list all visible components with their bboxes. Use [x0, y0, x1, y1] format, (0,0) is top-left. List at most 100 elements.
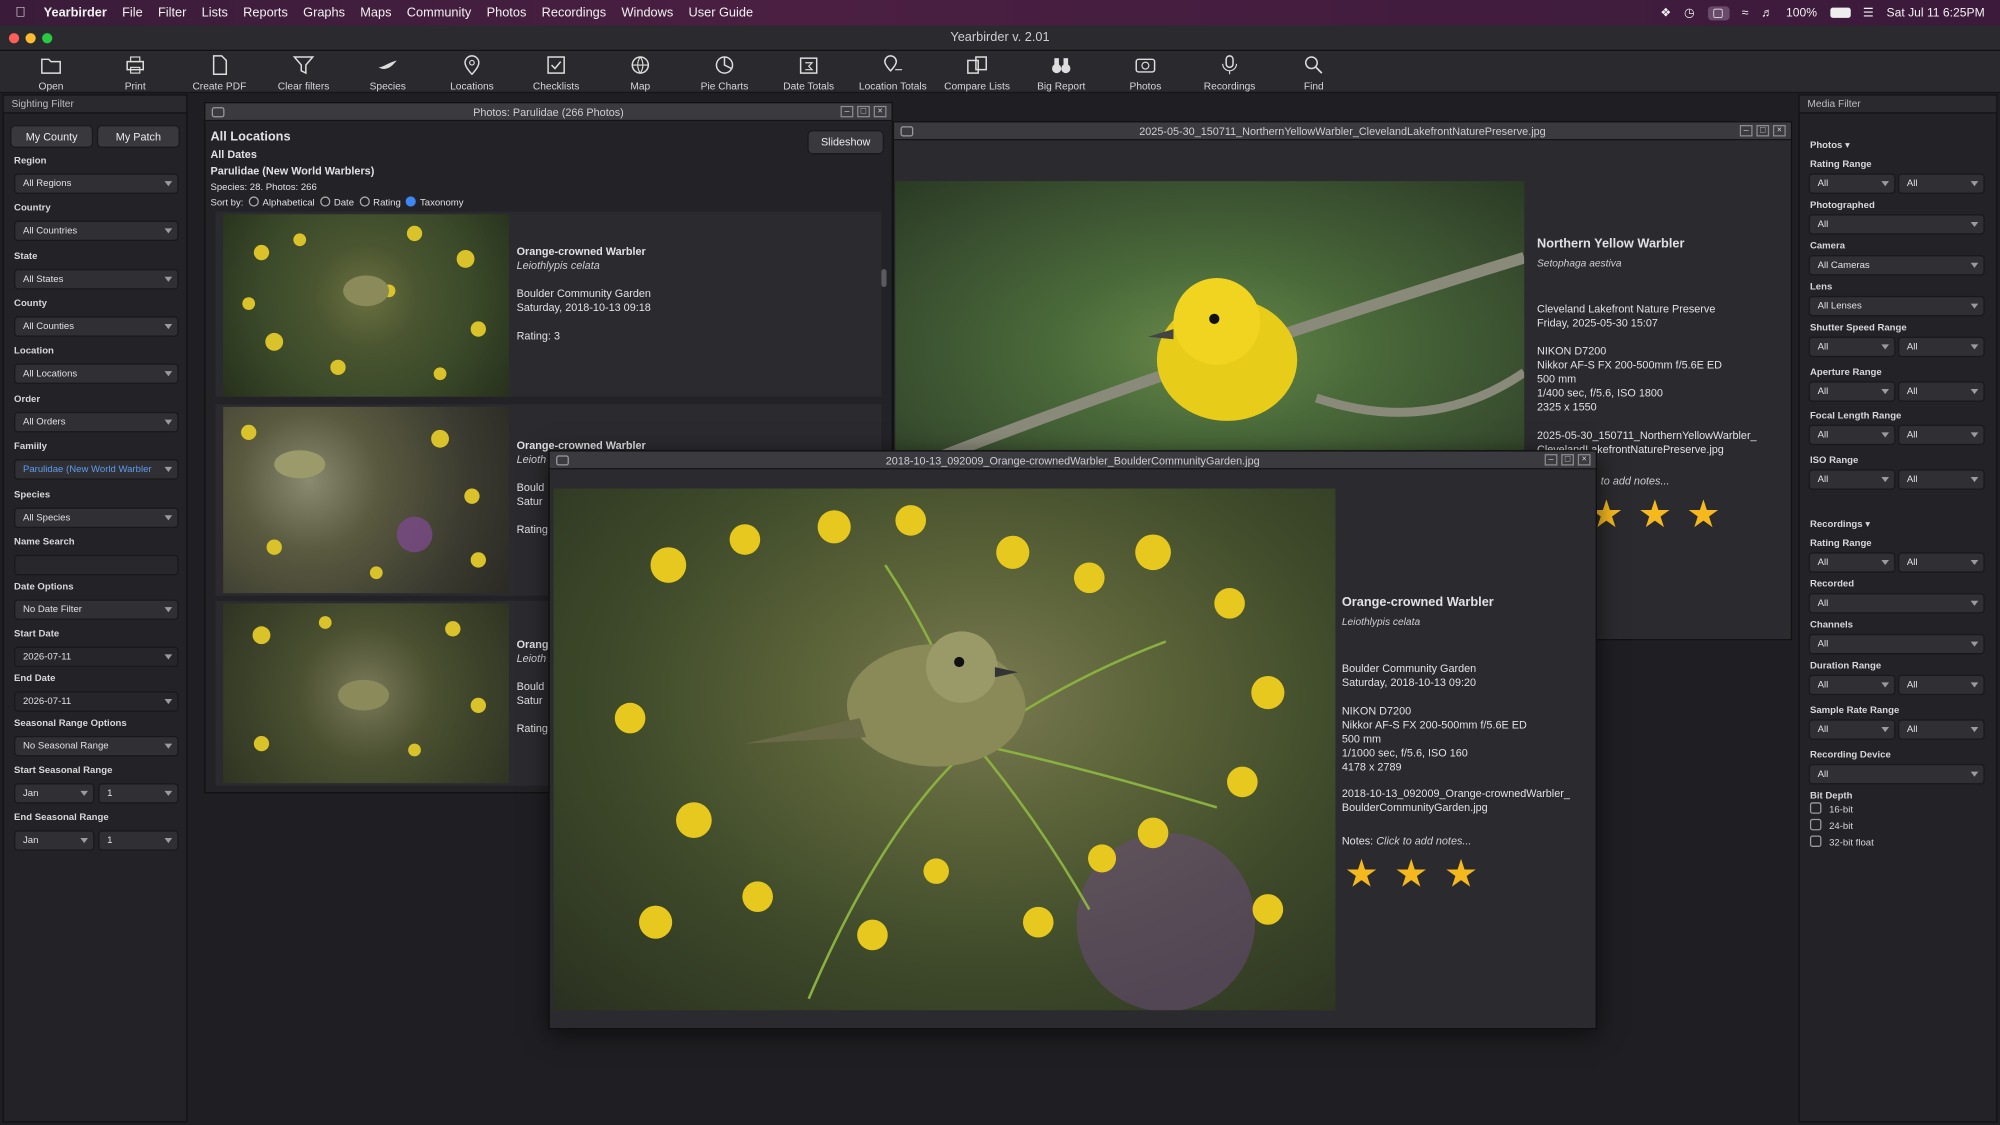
- list-scrollbar[interactable]: [881, 269, 887, 287]
- ocw-notes[interactable]: Notes: Click to add notes...: [1342, 834, 1472, 847]
- camera-select[interactable]: All Cameras: [1808, 255, 1985, 276]
- rating-star-icon[interactable]: ★: [1444, 852, 1478, 897]
- rating-star-icon[interactable]: ★: [1638, 492, 1672, 537]
- photos-button[interactable]: Photos: [1103, 51, 1187, 93]
- map-button[interactable]: Map: [598, 51, 682, 93]
- orange-crowned-warbler-photo[interactable]: [553, 488, 1336, 1011]
- close-icon[interactable]: ×: [873, 105, 887, 118]
- my-patch-button[interactable]: My Patch: [96, 124, 180, 148]
- apple-icon[interactable]: : [15, 5, 26, 20]
- sample-rate-max[interactable]: All: [1897, 719, 1985, 740]
- start-day-select[interactable]: 1: [98, 783, 179, 804]
- minimize-icon[interactable]: –: [840, 105, 854, 118]
- sort-rating-radio[interactable]: [359, 196, 370, 207]
- start-month-select[interactable]: Jan: [14, 783, 95, 804]
- duration-max[interactable]: All: [1897, 674, 1985, 696]
- name-search-input[interactable]: [14, 554, 179, 576]
- region-select[interactable]: All Regions: [14, 173, 179, 194]
- menu-file[interactable]: File: [122, 6, 143, 20]
- menu-graphs[interactable]: Graphs: [303, 6, 345, 20]
- aperture-max[interactable]: All: [1897, 381, 1985, 402]
- create-pdf-button[interactable]: Create PDF: [177, 51, 261, 93]
- rating-star-icon[interactable]: ★: [1394, 852, 1428, 897]
- my-county-button[interactable]: My County: [10, 124, 94, 148]
- photo-rating-max[interactable]: All: [1897, 173, 1985, 194]
- sort-alphabetical-radio[interactable]: [248, 196, 259, 207]
- screen-icon[interactable]: ▢: [1707, 5, 1729, 20]
- bit-24-checkbox[interactable]: [1809, 818, 1822, 831]
- channels-select[interactable]: All: [1808, 633, 1985, 655]
- focal-min[interactable]: All: [1808, 424, 1896, 446]
- order-select[interactable]: All Orders: [14, 411, 179, 433]
- wifi-icon[interactable]: ≈: [1742, 6, 1749, 20]
- photos-section-toggle[interactable]: Photos ▾: [1810, 139, 1850, 150]
- menu-lists[interactable]: Lists: [202, 6, 228, 20]
- slideshow-button[interactable]: Slideshow: [807, 130, 884, 155]
- duration-min[interactable]: All: [1808, 674, 1896, 696]
- calendar-dropdown-icon[interactable]: [164, 698, 173, 705]
- photo-thumbnail[interactable]: [223, 214, 509, 397]
- menubar-clock[interactable]: Sat Jul 11 6:25PM: [1887, 6, 1985, 20]
- rating-star-icon[interactable]: ★: [1686, 492, 1720, 537]
- clear-filters-button[interactable]: Clear filters: [261, 51, 345, 93]
- bit-32-checkbox[interactable]: [1809, 835, 1822, 847]
- menu-maps[interactable]: Maps: [360, 6, 391, 20]
- focal-max[interactable]: All: [1897, 424, 1985, 446]
- maximize-icon[interactable]: □: [1756, 124, 1770, 137]
- photo-rating-min[interactable]: All: [1808, 173, 1896, 194]
- minimize-window-icon[interactable]: [25, 33, 36, 44]
- zoom-window-icon[interactable]: [42, 33, 53, 44]
- rec-rating-max[interactable]: All: [1897, 552, 1985, 573]
- calendar-dropdown-icon[interactable]: [164, 654, 173, 660]
- sort-date-radio[interactable]: [319, 196, 330, 207]
- species-button[interactable]: Species: [346, 51, 430, 93]
- maximize-icon[interactable]: □: [857, 105, 870, 118]
- end-month-select[interactable]: Jan: [14, 830, 95, 851]
- county-select[interactable]: All Counties: [14, 316, 179, 337]
- photo-thumbnail[interactable]: [223, 603, 509, 784]
- sample-rate-min[interactable]: All: [1808, 719, 1896, 740]
- photo-thumbnail[interactable]: [223, 406, 509, 594]
- maximize-icon[interactable]: □: [1561, 454, 1574, 466]
- open-button[interactable]: Open: [9, 51, 93, 93]
- bit-16-checkbox[interactable]: [1809, 802, 1822, 814]
- time-machine-icon[interactable]: ◷: [1684, 6, 1695, 20]
- photographed-select[interactable]: All: [1808, 214, 1985, 235]
- big-report-button[interactable]: Big Report: [1019, 51, 1103, 93]
- state-select[interactable]: All States: [14, 269, 179, 290]
- recorded-select[interactable]: All: [1808, 593, 1985, 614]
- date-options-select[interactable]: No Date Filter: [14, 599, 179, 620]
- end-date-field[interactable]: 2026-07-11: [14, 691, 179, 712]
- shutter-min[interactable]: All: [1808, 336, 1896, 358]
- recordings-button[interactable]: Recordings: [1187, 51, 1271, 93]
- menu-community[interactable]: Community: [407, 6, 472, 20]
- close-window-icon[interactable]: [8, 33, 20, 44]
- dropbox-icon[interactable]: ❖: [1660, 6, 1671, 20]
- sort-taxonomy-radio[interactable]: [405, 196, 417, 207]
- menu-windows[interactable]: Windows: [621, 6, 673, 20]
- recordings-section-toggle[interactable]: Recordings ▾: [1810, 518, 1870, 529]
- family-select[interactable]: Parulidae (New World Warbler: [14, 459, 179, 480]
- shutter-max[interactable]: All: [1897, 336, 1985, 358]
- find-button[interactable]: Find: [1272, 51, 1356, 93]
- minimize-icon[interactable]: –: [1544, 454, 1558, 466]
- seasonal-options-select[interactable]: No Seasonal Range: [14, 735, 179, 757]
- menu-recordings[interactable]: Recordings: [542, 6, 607, 20]
- minimize-icon[interactable]: –: [1739, 124, 1753, 137]
- menu-app[interactable]: Yearbirder: [44, 6, 107, 20]
- photo-list-item[interactable]: Orange-crowned Warbler Leiothlypis celat…: [215, 211, 882, 397]
- menu-reports[interactable]: Reports: [243, 6, 288, 20]
- close-icon[interactable]: ×: [1772, 124, 1786, 137]
- locations-button[interactable]: Locations: [430, 51, 514, 93]
- pie-charts-button[interactable]: Pie Charts: [682, 51, 766, 93]
- menu-photos[interactable]: Photos: [487, 6, 527, 20]
- rec-rating-min[interactable]: All: [1808, 552, 1896, 573]
- end-day-select[interactable]: 1: [98, 830, 179, 851]
- compare-lists-button[interactable]: Compare Lists: [935, 51, 1019, 93]
- menu-filter[interactable]: Filter: [158, 6, 186, 20]
- start-date-field[interactable]: 2026-07-11: [14, 646, 179, 668]
- species-select[interactable]: All Species: [14, 507, 179, 529]
- location-totals-button[interactable]: Location Totals: [851, 51, 935, 93]
- location-select[interactable]: All Locations: [14, 363, 179, 384]
- iso-min[interactable]: All: [1808, 469, 1896, 490]
